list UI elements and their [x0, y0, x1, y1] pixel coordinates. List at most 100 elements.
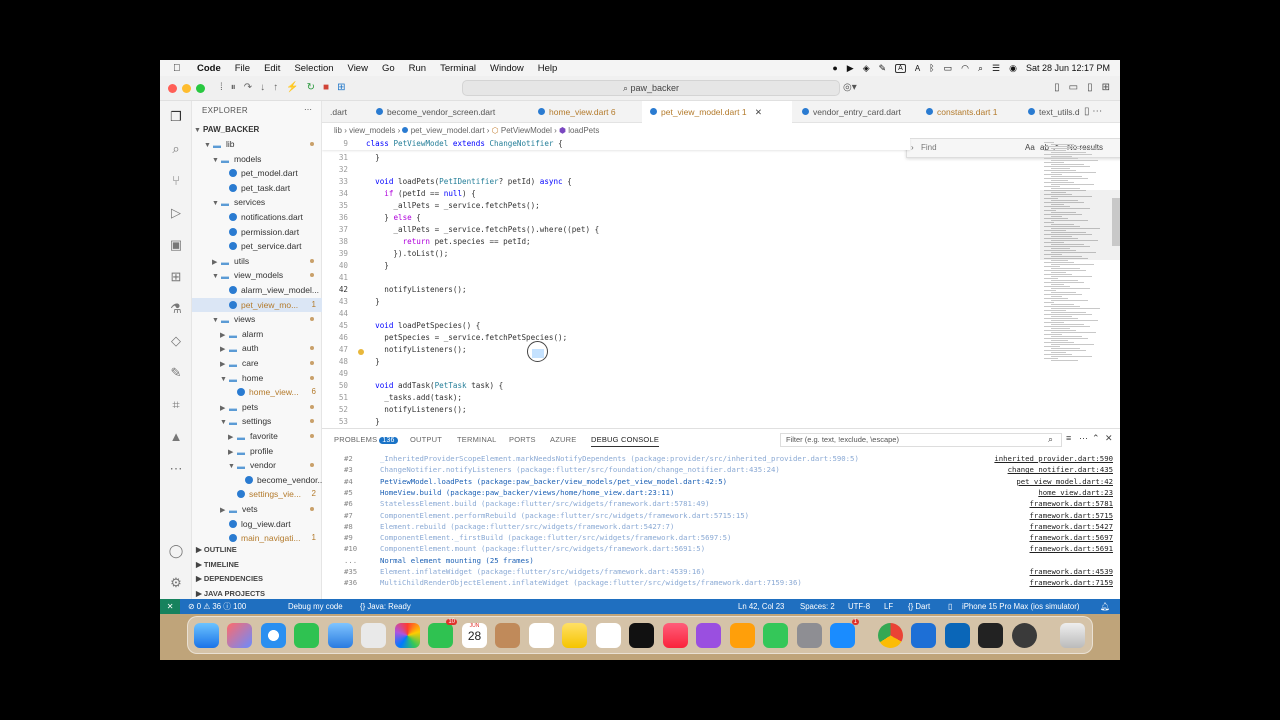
close-tab-icon[interactable]: ✕	[755, 107, 762, 117]
line-number[interactable]: 38	[322, 236, 348, 248]
menu-clock[interactable]: Sat 28 Jun 12:17 PM	[1026, 63, 1110, 73]
breadcrumb-lib[interactable]: lib	[334, 126, 342, 135]
sidebar-section-outline[interactable]: ▶ OUTLINE	[192, 543, 322, 557]
trash-icon[interactable]	[1060, 623, 1085, 648]
bluetooth-icon[interactable]: ᛒ	[929, 63, 934, 73]
azure-icon[interactable]: ▲	[168, 429, 184, 445]
tree-file[interactable]: home_view... 6	[192, 385, 322, 399]
line-number[interactable]: 48	[322, 356, 348, 368]
tree-folder[interactable]: ▶ ▬ utils	[192, 254, 322, 268]
console-stack-frame[interactable]: #8 Element.rebuild (package:flutter/src/w…	[322, 521, 1120, 532]
tree-folder[interactable]: ▼ ▬ views	[192, 312, 322, 326]
line-number[interactable]: 37	[322, 224, 348, 236]
tree-file[interactable]: alarm_view_model...	[192, 283, 322, 297]
restart-icon[interactable]: ↻	[307, 82, 315, 93]
menu-run[interactable]: Run	[409, 63, 426, 74]
tree-folder[interactable]: ▼ ▬ models	[192, 152, 322, 166]
cube-icon[interactable]: ◈	[863, 63, 870, 74]
console-filter-input[interactable]: Filter (e.g. text, !exclude, \escape)	[780, 433, 1062, 447]
editor-scrollbar[interactable]	[1112, 198, 1120, 246]
launchpad-icon[interactable]	[227, 623, 252, 648]
tree-folder[interactable]: ▶ ▬ pets	[192, 400, 322, 414]
reminders-icon[interactable]	[529, 623, 554, 648]
menu-window[interactable]: Window	[490, 63, 524, 74]
remote-indicator-icon[interactable]: ✕	[160, 599, 180, 614]
breadcrumb-class[interactable]: PetViewModel	[501, 126, 552, 135]
sidebar-section-timeline[interactable]: ▶ TIMELINE	[192, 558, 322, 572]
zoom-window-button[interactable]	[196, 84, 205, 93]
close-panel-icon[interactable]: ✕	[1105, 433, 1113, 444]
pause-icon[interactable]: ⏸	[231, 82, 236, 93]
frame-source-link[interactable]: framework.dart:7159	[1030, 577, 1113, 588]
safari-icon[interactable]	[261, 623, 286, 648]
split-editor-icon[interactable]: ▯	[1084, 106, 1090, 117]
line-number[interactable]: 51	[322, 392, 348, 404]
simulator-icon[interactable]	[1012, 623, 1037, 648]
more-actions-icon[interactable]: ⋯	[1092, 106, 1102, 117]
code-line[interactable]: }	[366, 260, 389, 272]
tree-folder[interactable]: ▶ ▬ care	[192, 356, 322, 370]
close-window-button[interactable]	[168, 84, 177, 93]
frame-source-link[interactable]: framework.dart:5697	[1030, 532, 1113, 543]
workspace-root[interactable]: ▼ PAW_BACKER	[192, 123, 322, 137]
control-center-icon[interactable]: ☰	[992, 63, 1000, 74]
contacts-icon[interactable]	[495, 623, 520, 648]
code-line[interactable]: _tasks.add(task);	[366, 392, 462, 404]
maps-icon[interactable]	[361, 623, 386, 648]
code-line[interactable]: _allPets = _service.fetchPets();	[366, 200, 539, 212]
more-actions-icon[interactable]: ⋯	[1079, 433, 1088, 444]
tree-file[interactable]: pet_service.dart	[192, 239, 322, 253]
step-into-icon[interactable]: ↓	[260, 82, 265, 93]
frame-source-link[interactable]: pet_view_model.dart:42	[1016, 476, 1113, 487]
code-editor[interactable]: 9 class PetViewModel extends ChangeNotif…	[322, 138, 1120, 428]
toggle-panel-icon[interactable]: ▭	[1069, 82, 1078, 93]
record-icon[interactable]: ●	[832, 63, 837, 73]
menu-view[interactable]: View	[348, 63, 368, 74]
run-debug-icon[interactable]: ▷	[168, 205, 184, 221]
tree-file[interactable]: pet_model.dart	[192, 166, 322, 180]
console-stack-frame[interactable]: #10 ComponentElement.mount (package:flutt…	[322, 543, 1120, 554]
frame-source-link[interactable]: inherited_provider.dart:590	[994, 453, 1113, 464]
menu-app-name[interactable]: Code	[197, 63, 221, 74]
podcasts-icon[interactable]	[696, 623, 721, 648]
customize-layout-icon[interactable]: ⊞	[1102, 82, 1110, 93]
code-line[interactable]: } else {	[366, 212, 421, 224]
tree-folder[interactable]: ▼ ▬ home	[192, 371, 322, 385]
code-line[interactable]: _allPets = _service.fetchPets().where((p…	[366, 224, 599, 236]
music-icon[interactable]	[663, 623, 688, 648]
tab-terminal[interactable]: TERMINAL	[457, 435, 497, 444]
terminal-icon[interactable]	[978, 623, 1003, 648]
line-number[interactable]: 44	[322, 308, 348, 320]
menu-edit[interactable]: Edit	[264, 63, 280, 74]
line-number[interactable]: 35	[322, 200, 348, 212]
tab-partial-dart[interactable]: .dart	[326, 101, 366, 123]
tab-ports[interactable]: PORTS	[509, 435, 536, 444]
notes-icon[interactable]	[562, 623, 587, 648]
language-mode[interactable]: {} Dart	[908, 599, 930, 614]
console-stack-frame[interactable]: #9 ComponentElement._firstBuild (package:…	[322, 532, 1120, 543]
menu-go[interactable]: Go	[382, 63, 395, 74]
testing-icon[interactable]: ⚗	[168, 301, 184, 317]
step-over-icon[interactable]: ↷	[244, 82, 252, 93]
match-case-icon[interactable]: Aa	[1025, 143, 1035, 152]
manage-gear-icon[interactable]: ⚙	[168, 575, 184, 591]
tree-folder[interactable]: ▶ ▬ alarm	[192, 327, 322, 341]
frame-source-link[interactable]: framework.dart:5427	[1030, 521, 1113, 532]
tab-azure[interactable]: AZURE	[550, 435, 576, 444]
find-input[interactable]: Find	[921, 141, 1041, 155]
line-number[interactable]: 39	[322, 248, 348, 260]
tree-folder[interactable]: ▼ ▬ lib	[192, 137, 322, 151]
indentation[interactable]: Spaces: 2	[800, 599, 835, 614]
device-selector[interactable]: iPhone 15 Pro Max (ios simulator)	[962, 599, 1079, 614]
app-store-icon[interactable]: 1	[830, 619, 859, 648]
tree-file[interactable]: become_vendor...	[192, 473, 322, 487]
xcode-icon[interactable]	[911, 623, 936, 648]
code-line[interactable]: notifyListeners();	[366, 284, 466, 296]
tree-file[interactable]: permission.dart	[192, 225, 322, 239]
code-line[interactable]: void addTask(PetTask task) {	[366, 380, 503, 392]
tab-output[interactable]: OUTPUT	[410, 435, 442, 444]
sidebar-section-dependencies[interactable]: ▶ DEPENDENCIES	[192, 572, 322, 586]
line-number[interactable]: 52	[322, 404, 348, 416]
console-stack-frame[interactable]: #4 PetViewModel.loadPets (package:paw_bac…	[322, 476, 1120, 487]
explorer-icon[interactable]: ❐	[168, 109, 184, 125]
